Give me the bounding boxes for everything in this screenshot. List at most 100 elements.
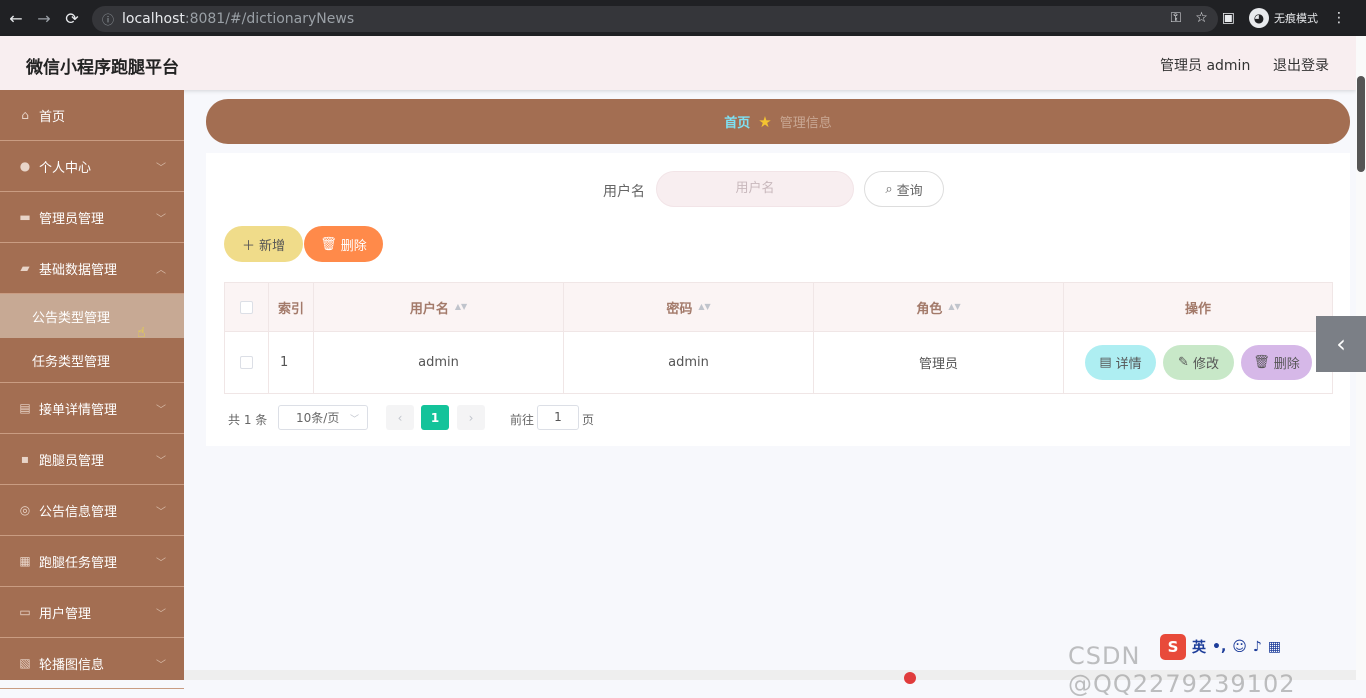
breadcrumb: 首页 ★ 管理信息 bbox=[206, 99, 1350, 144]
delete-button[interactable]: 🗑 删除 bbox=[304, 226, 383, 262]
search-label: 用户名 bbox=[603, 184, 645, 200]
header-password[interactable]: 密码 ▲▼ bbox=[564, 283, 814, 331]
next-page-button[interactable]: › bbox=[457, 405, 485, 430]
row-checkbox[interactable] bbox=[240, 356, 253, 369]
sidepanel-icon[interactable]: ▣ bbox=[1222, 10, 1235, 26]
cell-password: admin bbox=[564, 332, 814, 393]
goto-label: 前往 bbox=[510, 413, 535, 427]
cell-actions: ▤ 详情 ✎ 修改 🗑 删除 bbox=[1064, 332, 1332, 393]
sidebar-item-label: 跑腿员管理 bbox=[39, 453, 105, 469]
app-title: 微信小程序跑腿平台 bbox=[26, 58, 179, 78]
sidebar-subitem-task-types[interactable]: 任务类型管理 bbox=[0, 338, 184, 383]
sidebar-item-home[interactable]: ⌂ 首页 bbox=[0, 90, 184, 141]
breadcrumb-home[interactable]: 首页 bbox=[724, 112, 750, 131]
sidebar-item-label: 基础数据管理 bbox=[39, 262, 118, 278]
select-all-cell bbox=[225, 283, 269, 331]
user-icon: ● bbox=[19, 159, 31, 173]
table-header: 索引 用户名 ▲▼ 密码 ▲▼ 角色 ▲▼ 操作 bbox=[225, 283, 1332, 332]
scrollbar-thumb[interactable] bbox=[1357, 76, 1365, 172]
sidebar-item-runners[interactable]: ▪ 跑腿员管理 ﹀ bbox=[0, 434, 184, 485]
plus-icon: ＋ bbox=[241, 238, 255, 254]
star-icon: ★ bbox=[758, 112, 772, 131]
sidebar-item-admins[interactable]: ▬ 管理员管理 ﹀ bbox=[0, 192, 184, 243]
chevron-down-icon: ﹀ bbox=[156, 163, 166, 174]
sidebar-item-users[interactable]: ▭ 用户管理 ﹀ bbox=[0, 587, 184, 638]
chevron-down-icon: ﹀ bbox=[156, 558, 166, 569]
sidebar-item-basic-data[interactable]: ▰ 基础数据管理 ︿ bbox=[0, 243, 184, 294]
ime-punct-icon[interactable]: •, bbox=[1212, 639, 1226, 655]
sidebar-item-label: 轮播图信息 bbox=[39, 657, 105, 673]
ime-mic-icon[interactable]: ♪ bbox=[1253, 639, 1262, 655]
chevron-down-icon: ﹀ bbox=[349, 415, 359, 425]
sidebar-item-order-details[interactable]: ▤ 接单详情管理 ﹀ bbox=[0, 383, 184, 434]
incognito-label: 无痕模式 bbox=[1274, 12, 1318, 25]
sidebar-subitem-label: 公告类型管理 bbox=[32, 310, 111, 326]
menu-icon[interactable]: ⋮ bbox=[1332, 10, 1346, 26]
sidebar-item-profile[interactable]: ● 个人中心 ﹀ bbox=[0, 141, 184, 192]
logout-link[interactable]: 退出登录 bbox=[1273, 55, 1329, 75]
incognito-indicator[interactable]: ◕ 无痕模式 bbox=[1249, 8, 1318, 28]
sidebar-item-label: 个人中心 bbox=[39, 160, 92, 176]
bookmark-star-icon[interactable]: ☆ bbox=[1195, 10, 1208, 26]
ime-english-icon[interactable]: 英 bbox=[1192, 637, 1206, 657]
detail-button-label: 详情 bbox=[1115, 357, 1142, 372]
header-username[interactable]: 用户名 ▲▼ bbox=[314, 283, 564, 331]
back-icon[interactable]: ← bbox=[4, 9, 28, 28]
detail-button[interactable]: ▤ 详情 bbox=[1085, 345, 1156, 380]
page-number-button[interactable]: 1 bbox=[421, 405, 449, 430]
sort-icon[interactable]: ▲▼ bbox=[948, 303, 960, 311]
goto-suffix: 页 bbox=[582, 413, 595, 427]
sogou-icon[interactable]: S bbox=[1160, 634, 1186, 660]
chevron-down-icon: ﹀ bbox=[156, 507, 166, 518]
sidebar-item-tasks[interactable]: ▦ 跑腿任务管理 ﹀ bbox=[0, 536, 184, 587]
page-size-value: 10条/页 bbox=[296, 411, 340, 425]
row-select-cell bbox=[225, 332, 269, 393]
sidebar-subitem-notice-types[interactable]: 公告类型管理 bbox=[0, 294, 184, 338]
add-button[interactable]: ＋ 新增 bbox=[224, 226, 303, 262]
pagination-total: 共 1 条 bbox=[228, 413, 268, 427]
search-input[interactable]: 用户名 bbox=[656, 171, 854, 207]
edit-button-label: 修改 bbox=[1192, 357, 1219, 372]
row-delete-button[interactable]: 🗑 删除 bbox=[1241, 345, 1312, 380]
browser-toolbar: ← → ⟳ ⓘ localhost:8081/#/dictionaryNews … bbox=[0, 0, 1366, 36]
briefcase-icon: ▰ bbox=[20, 261, 30, 275]
compass-icon: ◎ bbox=[19, 503, 31, 517]
sidebar-item-label: 首页 bbox=[39, 109, 66, 125]
side-panel-toggle[interactable]: ‹ bbox=[1316, 316, 1366, 372]
sidebar-item-carousel[interactable]: ▧ 轮播图信息 ﹀ bbox=[0, 638, 184, 689]
chevron-down-icon: ﹀ bbox=[156, 456, 166, 467]
select-all-checkbox[interactable] bbox=[240, 300, 253, 314]
header-index: 索引 bbox=[269, 283, 314, 331]
ime-emoji-icon[interactable]: ☺ bbox=[1232, 639, 1247, 655]
sidebar-item-label: 用户管理 bbox=[39, 606, 92, 622]
header-role[interactable]: 角色 ▲▼ bbox=[814, 283, 1064, 331]
table-row: 1 admin admin 管理员 ▤ 详情 ✎ 修改 🗑 删除 bbox=[225, 332, 1332, 393]
key-icon[interactable]: ⚿ bbox=[1171, 10, 1182, 26]
prev-page-button[interactable]: ‹ bbox=[386, 405, 414, 430]
page-size-select[interactable]: 10条/页 ﹀ bbox=[278, 405, 368, 430]
sidebar-subitem-label: 任务类型管理 bbox=[32, 354, 111, 370]
sidebar-item-label: 公告信息管理 bbox=[39, 504, 118, 520]
sort-icon[interactable]: ▲▼ bbox=[698, 303, 710, 311]
edit-button[interactable]: ✎ 修改 bbox=[1163, 345, 1234, 380]
header-actions: 操作 bbox=[1064, 283, 1332, 331]
ime-keyboard-icon[interactable]: ▦ bbox=[1268, 639, 1281, 655]
trash-icon: 🗑 bbox=[1253, 355, 1270, 370]
chevron-down-icon: ﹀ bbox=[156, 609, 166, 620]
forward-icon[interactable]: → bbox=[32, 9, 56, 28]
image-icon: ▧ bbox=[19, 656, 31, 670]
reload-icon[interactable]: ⟳ bbox=[60, 9, 84, 28]
address-bar[interactable]: ⓘ localhost:8081/#/dictionaryNews bbox=[92, 6, 1218, 32]
chevron-down-icon: ﹀ bbox=[156, 214, 166, 225]
search-button[interactable]: ⌕ 查询 bbox=[864, 171, 944, 207]
chevron-left-icon: ‹ bbox=[397, 410, 403, 425]
document-icon: ▤ bbox=[1099, 355, 1112, 370]
header-label: 索引 bbox=[277, 301, 304, 317]
search-icon: ⌕ bbox=[885, 181, 893, 197]
search-button-label: 查询 bbox=[896, 183, 923, 199]
sidebar: ⌂ 首页 ● 个人中心 ﹀ ▬ 管理员管理 ﹀ ▰ 基础数据管理 ︿ 公告类型管… bbox=[0, 90, 184, 689]
sidebar-item-notices[interactable]: ◎ 公告信息管理 ﹀ bbox=[0, 485, 184, 536]
sort-icon[interactable]: ▲▼ bbox=[455, 303, 467, 311]
incognito-icon: ◕ bbox=[1249, 8, 1269, 28]
goto-page-input[interactable]: 1 bbox=[537, 405, 579, 430]
